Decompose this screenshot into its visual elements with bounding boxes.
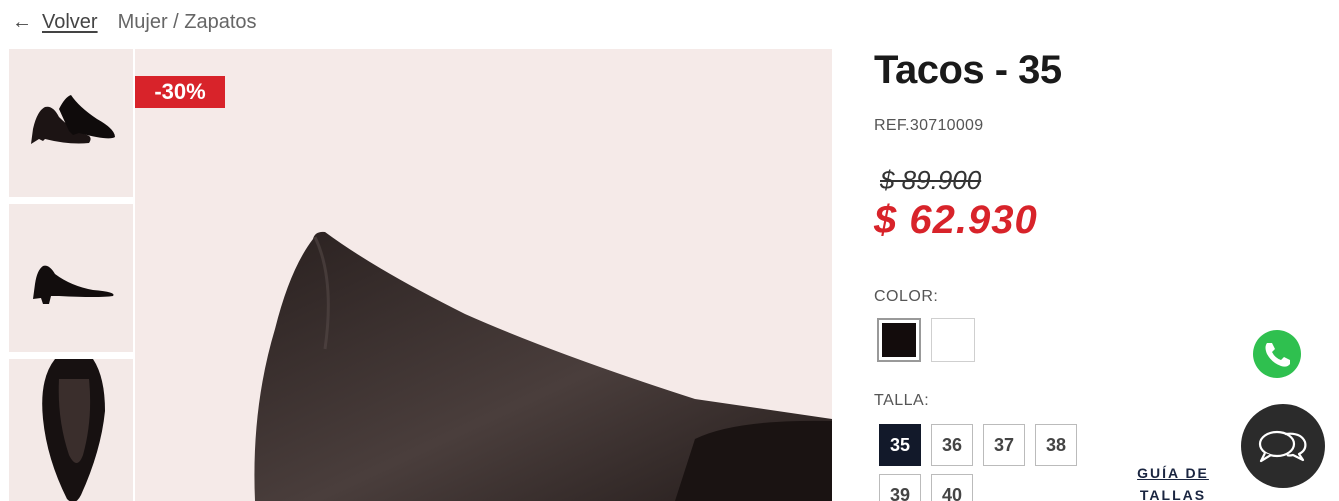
thumbnail-1[interactable] [9,49,133,197]
whatsapp-button[interactable] [1245,323,1309,387]
whatsapp-icon [1249,327,1305,383]
chat-bubbles-icon [1258,430,1307,463]
product-main-image[interactable]: -30% [135,49,832,501]
shoe-side-image [33,265,114,304]
category-path: Mujer / Zapatos [117,10,257,33]
size-option-38[interactable]: 38 [1035,424,1077,466]
size-label: TALLA: [874,392,930,409]
thumbnail-2[interactable] [9,204,133,352]
size-option-39[interactable]: 39 [879,474,921,501]
back-link[interactable]: ← Volver [12,11,98,34]
color-label: COLOR: [874,288,939,305]
product-title: Tacos - 35 [874,48,1062,92]
original-price: $ 89.900 [880,165,982,195]
shoe-top-image [42,359,105,501]
color-swatch-white[interactable] [931,318,975,362]
size-option-37[interactable]: 37 [983,424,1025,466]
thumbnail-gallery [9,49,133,501]
size-option-36[interactable]: 36 [931,424,973,466]
breadcrumb: ← Volver Mujer / Zapatos [12,8,257,36]
product-ref: REF.30710009 [874,117,984,134]
thumbnail-3[interactable] [9,359,133,501]
color-swatch-black[interactable] [877,318,921,362]
size-option-35[interactable]: 35 [879,424,921,466]
arrow-left-icon: ← [12,11,32,33]
shoe-pair-image [31,95,115,144]
sale-price: $ 62.930 [874,198,1038,242]
back-label: Volver [42,10,98,33]
discount-badge: -30% [135,76,225,108]
chat-button[interactable] [1241,404,1325,488]
size-option-40[interactable]: 40 [931,474,973,501]
shoe-closeup-image [254,231,832,501]
size-guide-link[interactable]: GUÍA DE TALLAS [1126,462,1220,501]
